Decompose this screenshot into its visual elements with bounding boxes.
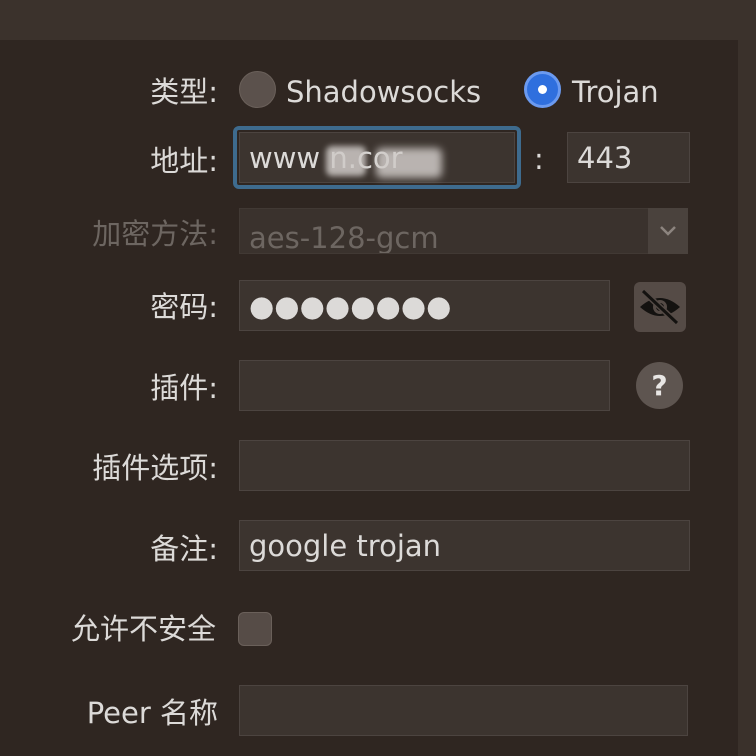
radio-selected-dot bbox=[538, 85, 547, 94]
toggle-password-button[interactable] bbox=[634, 282, 686, 332]
port-input[interactable]: 443 bbox=[567, 132, 690, 183]
password-label: 密码: bbox=[150, 290, 218, 324]
allow-insecure-checkbox[interactable] bbox=[238, 612, 272, 646]
plugin-options-input[interactable] bbox=[239, 440, 690, 491]
plugin-help-button[interactable]: ? bbox=[636, 362, 683, 409]
plugin-options-label: 插件选项: bbox=[92, 451, 218, 485]
password-input[interactable]: ●●●●●●●● bbox=[239, 280, 610, 331]
remark-label: 备注: bbox=[150, 532, 218, 566]
eye-slash-icon bbox=[640, 288, 680, 326]
encryption-select-arrow[interactable] bbox=[648, 208, 688, 254]
remark-input[interactable]: google trojan bbox=[239, 520, 690, 571]
plugin-input[interactable] bbox=[239, 360, 610, 411]
peer-name-label: Peer 名称 bbox=[86, 696, 218, 730]
redaction-blur-1 bbox=[326, 146, 366, 176]
panel-right-edge bbox=[738, 40, 756, 756]
radio-shadowsocks-label[interactable]: Shadowsocks bbox=[286, 74, 481, 110]
port-separator: : bbox=[534, 142, 544, 176]
window-top-bar bbox=[0, 0, 756, 40]
type-label: 类型: bbox=[150, 75, 218, 109]
redaction-blur-2 bbox=[376, 148, 442, 178]
encryption-label: 加密方法: bbox=[92, 217, 218, 251]
encryption-select[interactable]: aes-128-gcm bbox=[239, 208, 649, 254]
radio-shadowsocks[interactable] bbox=[239, 71, 276, 108]
plugin-label: 插件: bbox=[150, 371, 218, 405]
address-label: 地址: bbox=[150, 144, 218, 178]
question-mark-icon: ? bbox=[651, 369, 668, 402]
peer-name-input[interactable] bbox=[239, 685, 688, 736]
radio-trojan-label[interactable]: Trojan bbox=[572, 74, 659, 110]
radio-trojan[interactable] bbox=[524, 71, 561, 108]
chevron-down-icon bbox=[660, 226, 676, 236]
allow-insecure-label: 允许不安全 bbox=[70, 612, 216, 646]
